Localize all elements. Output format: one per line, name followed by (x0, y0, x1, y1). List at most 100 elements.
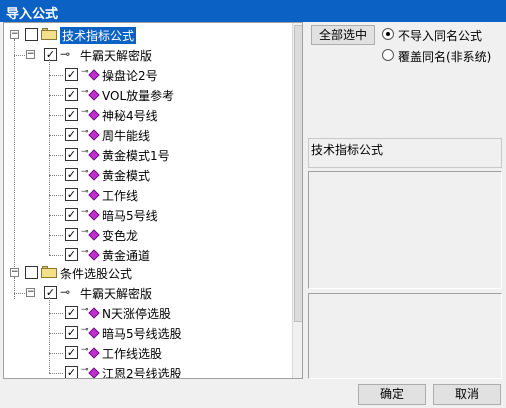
tree-line (49, 155, 63, 156)
formula-checkbox[interactable]: ✓ (65, 346, 78, 359)
group-checkbox[interactable] (25, 266, 38, 279)
tree-subgroup-label[interactable]: 牛霸天解密版 (80, 47, 152, 64)
formula-item[interactable]: ✓ ⊸ 工作线选股 (4, 343, 290, 363)
tree-line (14, 277, 15, 299)
tree-group-label[interactable]: 条件选股公式 (60, 265, 132, 282)
formula-checkbox[interactable]: ✓ (65, 108, 78, 121)
formula-item[interactable]: ✓ ⊸ 江恩2号线选股 (4, 363, 290, 378)
formula-item[interactable]: ✓ ⊸ 黄金模式 (4, 165, 290, 185)
formula-checkbox[interactable]: ✓ (65, 168, 78, 181)
formula-diamond-icon (88, 89, 100, 101)
radio-overwrite-same-name[interactable] (382, 49, 394, 61)
formula-item-label[interactable]: 操盘论2号 (102, 67, 158, 84)
cancel-button[interactable]: 取消 (433, 384, 501, 405)
link-icon: ⊸ (81, 305, 89, 315)
tree-line (49, 115, 63, 116)
formula-item[interactable]: ✓ ⊸ 黄金模式1号 (4, 145, 290, 165)
link-icon: ⊸ (81, 227, 89, 237)
tree-line (49, 373, 63, 374)
formula-checkbox[interactable]: ✓ (65, 148, 78, 161)
formula-item-label[interactable]: VOL放量参考 (102, 87, 174, 104)
formula-diamond-icon (88, 209, 100, 221)
collapse-icon[interactable]: − (10, 268, 19, 277)
formula-checkbox[interactable]: ✓ (65, 88, 78, 101)
formula-item[interactable]: ✓ ⊸ 黄金通道 (4, 245, 290, 265)
formula-item[interactable]: ✓ ⊸ N天涨停选股 (4, 303, 290, 323)
formula-item-label[interactable]: 黄金模式 (102, 167, 150, 184)
formula-item-label[interactable]: 工作线 (102, 187, 138, 204)
formula-item[interactable]: ✓ ⊸ 工作线 (4, 185, 290, 205)
formula-item[interactable]: ✓ ⊸ 暗马5号线 (4, 205, 290, 225)
tree-line (49, 215, 63, 216)
formula-item[interactable]: ✓ ⊸ 变色龙 (4, 225, 290, 245)
formula-item-label[interactable]: 周牛能线 (102, 127, 150, 144)
formula-checkbox[interactable]: ✓ (65, 208, 78, 221)
tree-group-label[interactable]: 技术指标公式 (60, 27, 137, 44)
window-title: 导入公式 (6, 7, 59, 22)
link-icon: ⊸ (81, 365, 89, 375)
tree-line (49, 353, 63, 354)
link-icon: ⊸ (81, 127, 89, 137)
subgroup-checkbox[interactable]: ✓ (44, 286, 57, 299)
formula-item[interactable]: ✓ ⊸ 暗马5号线选股 (4, 323, 290, 343)
formula-item-label[interactable]: 江恩2号线选股 (102, 365, 182, 378)
tree-group-row[interactable]: − 技术指标公式 (4, 25, 290, 45)
formula-item[interactable]: ✓ ⊸ 神秘4号线 (4, 105, 290, 125)
formula-checkbox[interactable]: ✓ (65, 128, 78, 141)
tree-subgroup-label[interactable]: 牛霸天解密版 (80, 285, 152, 302)
tree-group-row[interactable]: − 条件选股公式 (4, 263, 290, 283)
formula-item-label[interactable]: N天涨停选股 (102, 305, 171, 322)
formula-item[interactable]: ✓ ⊸ VOL放量参考 (4, 85, 290, 105)
tree-subgroup-row[interactable]: − ✓ ⊸ 牛霸天解密版 (4, 45, 290, 65)
ok-button[interactable]: 确定 (358, 384, 426, 405)
formula-diamond-icon (88, 347, 100, 359)
collapse-icon[interactable]: − (26, 50, 35, 59)
tree-scrollbar[interactable] (292, 23, 302, 378)
formula-diamond-icon (88, 149, 100, 161)
formula-item-label[interactable]: 暗马5号线 (102, 207, 158, 224)
collapse-icon[interactable]: − (26, 288, 35, 297)
formula-diamond-icon (88, 169, 100, 181)
link-icon: ⊸ (81, 107, 89, 117)
select-all-button[interactable]: 全部选中 (311, 25, 375, 45)
formula-item-label[interactable]: 黄金模式1号 (102, 147, 170, 164)
tree-line (49, 75, 63, 76)
formula-item-label[interactable]: 黄金通道 (102, 247, 150, 264)
formula-checkbox[interactable]: ✓ (65, 228, 78, 241)
link-icon: ⊸ (81, 167, 89, 177)
formula-item-label[interactable]: 神秘4号线 (102, 107, 158, 124)
formula-tree[interactable]: − 技术指标公式 − ✓ ⊸ 牛霸天解密版 ✓ ⊸ 操盘论2号 ✓ ⊸ VOL放量参考 ✓ ⊸ 神秘4号线 ✓… (3, 22, 303, 379)
formula-item-label[interactable]: 变色龙 (102, 227, 138, 244)
formula-diamond-icon (88, 327, 100, 339)
collapse-icon[interactable]: − (10, 30, 19, 39)
formula-checkbox[interactable]: ✓ (65, 306, 78, 319)
formula-checkbox[interactable]: ✓ (65, 366, 78, 378)
tree-subgroup-row[interactable]: − ✓ ⊸ 牛霸天解密版 (4, 283, 290, 303)
formula-item[interactable]: ✓ ⊸ 操盘论2号 (4, 65, 290, 85)
tree-line (14, 293, 25, 294)
folder-body (41, 268, 57, 278)
formula-checkbox[interactable]: ✓ (65, 68, 78, 81)
subgroup-checkbox[interactable]: ✓ (44, 48, 57, 61)
tree-line (14, 39, 15, 267)
formula-checkbox[interactable]: ✓ (65, 248, 78, 261)
tree-line (49, 195, 63, 196)
formula-diamond-icon (88, 307, 100, 319)
radio-skip-same-name-label: 不导入同名公式 (398, 29, 483, 43)
formula-item[interactable]: ✓ ⊸ 周牛能线 (4, 125, 290, 145)
group-checkbox[interactable] (25, 28, 38, 41)
formula-type-text: 技术指标公式 (311, 143, 384, 157)
formula-item-label[interactable]: 暗马5号线选股 (102, 325, 182, 342)
tree-line (49, 235, 63, 236)
key-icon: ⊸ (60, 285, 71, 299)
link-icon: ⊸ (81, 87, 89, 97)
tree-line (49, 297, 50, 373)
radio-skip-same-name[interactable] (382, 28, 394, 40)
formula-checkbox[interactable]: ✓ (65, 188, 78, 201)
formula-checkbox[interactable]: ✓ (65, 326, 78, 339)
scrollbar-thumb[interactable] (294, 25, 302, 322)
formula-item-label[interactable]: 工作线选股 (102, 345, 162, 362)
link-icon: ⊸ (81, 345, 89, 355)
formula-diamond-icon (88, 189, 100, 201)
tree-line (49, 255, 63, 256)
